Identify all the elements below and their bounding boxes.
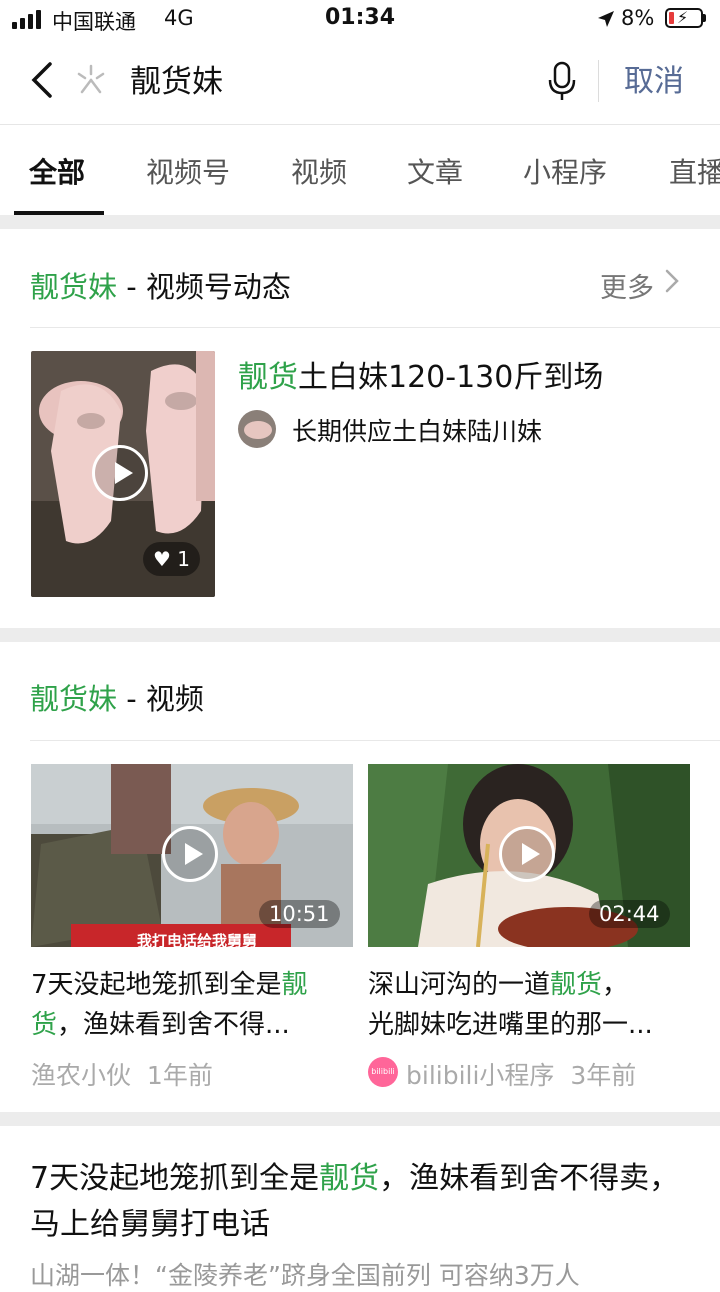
cancel-button[interactable]: 取消 xyxy=(624,62,684,102)
article-title[interactable]: 7天没起地笼抓到全是靓货，渔妹看到舍不得卖，马上给舅舅打电话 xyxy=(30,1156,690,1248)
video-thumbnail[interactable]: 10:51 我打电话给我舅舅 xyxy=(31,764,353,947)
tab-live[interactable]: 直播 xyxy=(669,151,720,191)
search-bar: 靓货妹 取消 xyxy=(0,40,720,125)
video-title[interactable]: 深山河沟的一道靓货， 光脚妹吃进嘴里的那一... xyxy=(368,965,690,1045)
divider xyxy=(30,740,720,741)
tab-channels[interactable]: 视频号 xyxy=(146,151,230,191)
duration-badge: 10:51 xyxy=(259,900,340,928)
mic-icon[interactable] xyxy=(546,60,578,102)
article-snippet: 山湖一体！“金陵养老”跻身全国前列 可容纳3万人 xyxy=(30,1261,580,1290)
heart-icon: ♥ xyxy=(152,547,171,571)
play-icon[interactable] xyxy=(162,826,218,882)
battery-cap xyxy=(703,14,706,22)
section-title-videos[interactable]: 靓货妹 - 视频 xyxy=(30,676,204,718)
video-title[interactable]: 7天没起地笼抓到全是靓 货，渔妹看到舍不得... xyxy=(31,965,353,1045)
play-icon[interactable] xyxy=(92,445,148,501)
chevron-right-icon[interactable] xyxy=(664,266,680,296)
location-arrow-icon xyxy=(598,11,614,27)
likes-badge: ♥ 1 xyxy=(143,542,200,576)
tab-videos[interactable]: 视频 xyxy=(291,151,347,191)
tab-all[interactable]: 全部 xyxy=(29,151,85,191)
video-meta: bilibili小程序 3年前 xyxy=(406,1061,637,1090)
play-icon[interactable] xyxy=(499,826,555,882)
section-divider xyxy=(0,1112,720,1126)
chevron-left-icon[interactable] xyxy=(28,60,54,100)
video-meta: 渔农小伙 1年前 xyxy=(31,1061,213,1090)
video-thumbnail[interactable]: 02:44 xyxy=(368,764,690,947)
channel-author[interactable]: 长期供应土白妹陆川妹 xyxy=(292,412,542,448)
filter-tabs: 全部 视频号 视频 文章 小程序 直播 xyxy=(0,125,720,215)
battery-percent: 8% xyxy=(621,6,655,30)
status-bar: 中国联通 4G 01:34 8% ⚡ xyxy=(0,0,720,40)
tab-articles[interactable]: 文章 xyxy=(407,151,463,191)
avatar[interactable] xyxy=(238,410,276,448)
section-divider xyxy=(0,628,720,642)
tab-miniprograms[interactable]: 小程序 xyxy=(523,151,607,191)
divider xyxy=(598,60,599,102)
channel-video-title[interactable]: 靓货土白妹120-130斤到场 xyxy=(238,352,603,396)
battery-icon: ⚡ xyxy=(665,8,703,28)
section-title-channels[interactable]: 靓货妹 - 视频号动态 xyxy=(30,264,291,306)
search-input[interactable]: 靓货妹 xyxy=(130,62,223,102)
bilibili-logo-icon: bilibili xyxy=(368,1057,398,1087)
section-divider xyxy=(0,215,720,229)
more-link[interactable]: 更多 xyxy=(600,266,654,305)
divider xyxy=(30,327,720,328)
video-caption: 我打电话给我舅舅 xyxy=(137,932,258,947)
duration-badge: 02:44 xyxy=(589,900,670,928)
sparkle-icon xyxy=(77,64,105,94)
